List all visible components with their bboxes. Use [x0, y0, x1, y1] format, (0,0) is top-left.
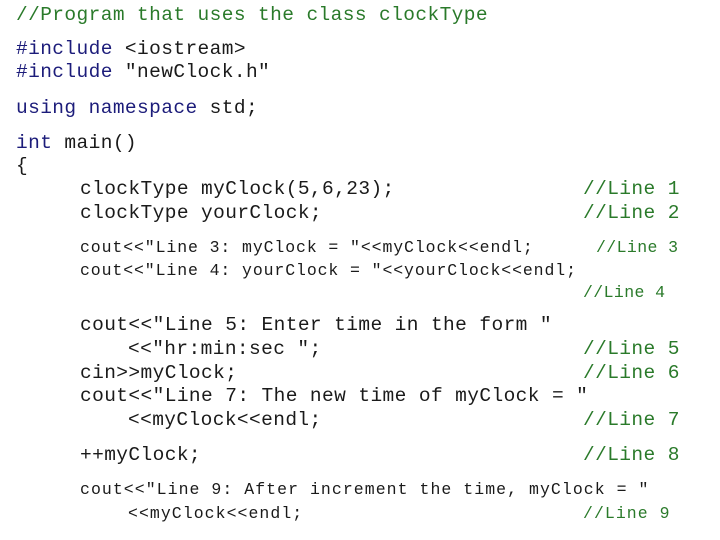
header-comment: //Program that uses the class clockType: [16, 4, 488, 26]
comment-line-6: //Line 6: [583, 362, 680, 384]
main-signature: int main(): [16, 131, 137, 155]
code-line-5a: cout<<"Line 5: Enter time in the form ": [80, 314, 552, 336]
code-listing: //Program that uses the class clockType …: [0, 0, 720, 540]
include-iostream: #include <iostream>: [16, 37, 246, 61]
code-line-8: ++myClock;: [80, 444, 202, 466]
include-target: <iostream>: [112, 38, 246, 60]
comment-line-2: //Line 2: [583, 202, 680, 224]
code-line-6: cin>>myClock;: [80, 362, 238, 384]
comment-line-9: //Line 9: [583, 504, 671, 523]
comment-line-4: //Line 4: [583, 283, 666, 302]
include-target: "newClock.h": [112, 61, 271, 83]
comment-line-3: //Line 3: [596, 238, 679, 257]
int-keyword: int: [16, 132, 53, 154]
comment-line-1: //Line 1: [583, 178, 680, 200]
open-brace: {: [16, 155, 29, 177]
include-newclock: #include "newClock.h": [16, 60, 270, 84]
comment-line-8: //Line 8: [583, 444, 680, 466]
namespace-name: std;: [197, 97, 259, 119]
include-directive: #include: [16, 38, 113, 60]
code-line-9b: <<myClock<<endl;: [128, 504, 304, 523]
code-line-1: clockType myClock(5,6,23);: [80, 178, 395, 200]
comment-line-5: //Line 5: [583, 338, 680, 360]
using-keyword: using: [16, 97, 77, 119]
code-line-9a: cout<<"Line 9: After increment the time,…: [80, 480, 650, 499]
include-directive: #include: [16, 61, 113, 83]
code-line-5b: <<"hr:min:sec ";: [128, 338, 322, 360]
main-name: main(): [52, 132, 138, 154]
code-line-3: cout<<"Line 3: myClock = "<<myClock<<end…: [80, 238, 534, 257]
code-line-7a: cout<<"Line 7: The new time of myClock =…: [80, 385, 589, 407]
namespace-keyword: namespace: [88, 97, 198, 119]
code-line-4: cout<<"Line 4: yourClock = "<<yourClock<…: [80, 261, 577, 280]
code-line-2: clockType yourClock;: [80, 202, 323, 224]
comment-line-7: //Line 7: [583, 409, 680, 431]
code-line-7b: <<myClock<<endl;: [128, 409, 322, 431]
using-namespace: using namespace std;: [16, 96, 258, 120]
